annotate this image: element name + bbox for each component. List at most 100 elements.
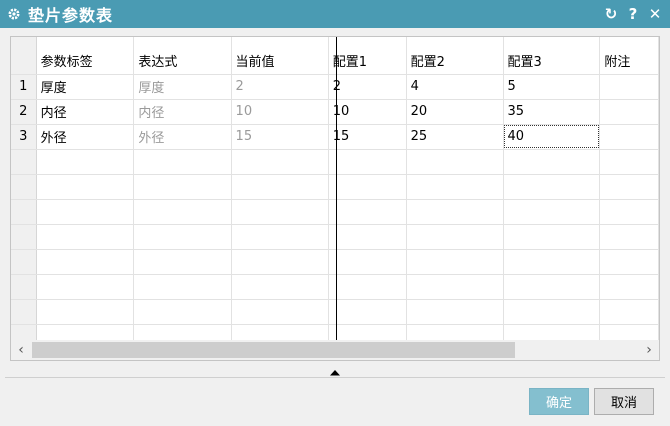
empty-cell[interactable] bbox=[599, 199, 659, 225]
column-header-note[interactable]: 附注 bbox=[599, 37, 659, 75]
empty-cell[interactable] bbox=[406, 274, 504, 300]
empty-cell[interactable] bbox=[231, 249, 329, 275]
cell-label[interactable]: 厚度 bbox=[36, 74, 135, 100]
cell-config-3-selected[interactable]: 40 bbox=[503, 124, 601, 150]
ok-button[interactable]: 确定 bbox=[529, 388, 589, 415]
refresh-icon[interactable]: ↻ bbox=[602, 3, 620, 25]
empty-cell[interactable] bbox=[36, 274, 135, 300]
empty-cell[interactable] bbox=[36, 199, 135, 225]
row-header-empty[interactable] bbox=[11, 249, 37, 275]
empty-cell[interactable] bbox=[406, 174, 504, 200]
empty-cell[interactable] bbox=[328, 199, 407, 225]
row-number[interactable]: 3 bbox=[11, 124, 37, 150]
cell-config-2[interactable]: 4 bbox=[406, 74, 504, 100]
empty-cell[interactable] bbox=[231, 149, 329, 175]
empty-cell[interactable] bbox=[599, 299, 659, 325]
row-header-empty[interactable] bbox=[11, 199, 37, 225]
empty-cell[interactable] bbox=[231, 274, 329, 300]
empty-cell[interactable] bbox=[36, 149, 135, 175]
cell-config-1[interactable]: 2 bbox=[328, 74, 407, 100]
empty-cell[interactable] bbox=[133, 199, 232, 225]
empty-cell[interactable] bbox=[231, 299, 329, 325]
cancel-button[interactable]: 取消 bbox=[594, 388, 654, 415]
empty-cell[interactable] bbox=[231, 224, 329, 250]
empty-cell[interactable] bbox=[599, 149, 659, 175]
empty-cell[interactable] bbox=[599, 174, 659, 200]
column-header-expression[interactable]: 表达式 bbox=[133, 37, 232, 75]
empty-cell[interactable] bbox=[599, 249, 659, 275]
cell-config-2[interactable]: 20 bbox=[406, 99, 504, 125]
scroll-left-icon[interactable]: ‹ bbox=[11, 340, 31, 360]
empty-cell[interactable] bbox=[36, 249, 135, 275]
empty-cell[interactable] bbox=[406, 199, 504, 225]
cell-note[interactable] bbox=[599, 99, 659, 125]
close-icon[interactable]: ✕ bbox=[646, 3, 664, 25]
column-header-current-value[interactable]: 当前值 bbox=[231, 37, 329, 75]
empty-cell[interactable] bbox=[503, 174, 601, 200]
column-header-config-2[interactable]: 配置2 bbox=[406, 37, 504, 75]
cell-config-2[interactable]: 25 bbox=[406, 124, 504, 150]
cell-expression[interactable]: 厚度 bbox=[133, 74, 232, 100]
collapse-arrow-icon[interactable] bbox=[328, 368, 342, 376]
column-header-config-3[interactable]: 配置3 bbox=[503, 37, 601, 75]
column-header-label[interactable]: 参数标签 bbox=[36, 37, 135, 75]
cell-config-3[interactable]: 35 bbox=[503, 99, 601, 125]
empty-cell[interactable] bbox=[503, 249, 601, 275]
empty-cell[interactable] bbox=[503, 299, 601, 325]
empty-cell[interactable] bbox=[503, 199, 601, 225]
row-number[interactable]: 2 bbox=[11, 99, 37, 125]
grid-corner[interactable] bbox=[11, 37, 37, 75]
empty-cell[interactable] bbox=[328, 149, 407, 175]
empty-cell[interactable] bbox=[406, 149, 504, 175]
cell-note[interactable] bbox=[599, 124, 659, 150]
cell-current-value[interactable]: 15 bbox=[231, 124, 329, 150]
empty-cell[interactable] bbox=[503, 224, 601, 250]
empty-cell[interactable] bbox=[133, 224, 232, 250]
row-header-empty[interactable] bbox=[11, 299, 37, 325]
empty-cell[interactable] bbox=[503, 149, 601, 175]
empty-cell[interactable] bbox=[36, 174, 135, 200]
empty-cell[interactable] bbox=[328, 174, 407, 200]
column-header-config-1[interactable]: 配置1 bbox=[328, 37, 407, 75]
horizontal-scrollbar[interactable]: ‹ › bbox=[11, 340, 659, 360]
parameter-table: 参数标签 表达式 当前值 配置1 配置2 配置3 附注 1 厚度 厚度 2 2 … bbox=[10, 36, 660, 361]
cell-current-value[interactable]: 2 bbox=[231, 74, 329, 100]
empty-cell[interactable] bbox=[406, 224, 504, 250]
empty-cell[interactable] bbox=[406, 299, 504, 325]
scroll-right-icon[interactable]: › bbox=[639, 340, 659, 360]
cell-label[interactable]: 外径 bbox=[36, 124, 135, 150]
empty-cell[interactable] bbox=[36, 299, 135, 325]
row-header-empty[interactable] bbox=[11, 149, 37, 175]
empty-cell[interactable] bbox=[231, 199, 329, 225]
cell-current-value[interactable]: 10 bbox=[231, 99, 329, 125]
empty-cell[interactable] bbox=[328, 224, 407, 250]
cell-config-1[interactable]: 10 bbox=[328, 99, 407, 125]
empty-cell[interactable] bbox=[36, 224, 135, 250]
empty-cell[interactable] bbox=[133, 249, 232, 275]
empty-cell[interactable] bbox=[231, 174, 329, 200]
title-bar: 垫片参数表 ↻ ? ✕ bbox=[0, 0, 670, 28]
empty-cell[interactable] bbox=[133, 274, 232, 300]
empty-cell[interactable] bbox=[328, 274, 407, 300]
empty-cell[interactable] bbox=[133, 174, 232, 200]
empty-cell[interactable] bbox=[328, 249, 407, 275]
row-header-empty[interactable] bbox=[11, 274, 37, 300]
empty-cell[interactable] bbox=[133, 299, 232, 325]
row-header-empty[interactable] bbox=[11, 174, 37, 200]
empty-cell[interactable] bbox=[503, 274, 601, 300]
cell-note[interactable] bbox=[599, 74, 659, 100]
cell-config-1[interactable]: 15 bbox=[328, 124, 407, 150]
row-number[interactable]: 1 bbox=[11, 74, 37, 100]
empty-cell[interactable] bbox=[599, 224, 659, 250]
help-icon[interactable]: ? bbox=[624, 3, 642, 25]
empty-cell[interactable] bbox=[328, 299, 407, 325]
empty-cell[interactable] bbox=[599, 274, 659, 300]
row-header-empty[interactable] bbox=[11, 224, 37, 250]
empty-cell[interactable] bbox=[406, 249, 504, 275]
cell-label[interactable]: 内径 bbox=[36, 99, 135, 125]
cell-config-3[interactable]: 5 bbox=[503, 74, 601, 100]
cell-expression[interactable]: 内径 bbox=[133, 99, 232, 125]
cell-expression[interactable]: 外径 bbox=[133, 124, 232, 150]
scrollbar-thumb[interactable] bbox=[32, 342, 515, 358]
empty-cell[interactable] bbox=[133, 149, 232, 175]
